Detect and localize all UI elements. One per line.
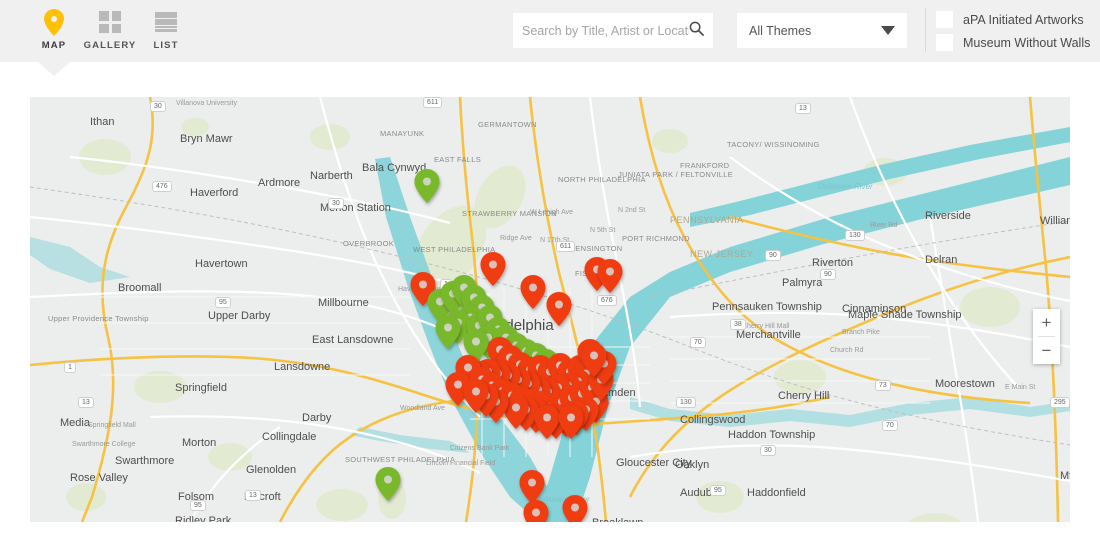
artwork-marker-red[interactable]	[480, 252, 506, 286]
route-shield: 38	[730, 319, 746, 330]
view-tabs: MAP GALLERY LIST	[26, 0, 194, 51]
map-pin-icon	[44, 8, 64, 36]
route-shield: 476	[152, 181, 172, 192]
search-input[interactable]	[522, 23, 689, 38]
route-shield: 30	[328, 198, 344, 209]
tab-gallery[interactable]: GALLERY	[82, 0, 138, 51]
checkbox-label: aPA Initiated Artworks	[963, 12, 1084, 27]
zoom-in-button[interactable]: +	[1033, 309, 1060, 336]
artwork-marker-red[interactable]	[558, 405, 584, 439]
artwork-marker-green[interactable]	[435, 315, 461, 349]
artwork-marker-red[interactable]	[534, 405, 560, 439]
route-shield: 90	[820, 269, 836, 280]
route-shield: 13	[795, 103, 811, 114]
zoom-out-button[interactable]: −	[1033, 337, 1060, 364]
artwork-marker-red[interactable]	[546, 292, 572, 326]
tab-list-label: LIST	[153, 40, 179, 51]
checkbox-apa-initiated-artworks[interactable]: aPA Initiated Artworks	[936, 8, 1090, 31]
theme-select-value: All Themes	[749, 23, 812, 38]
route-shield: 611	[556, 241, 576, 252]
route-shield: 95	[710, 485, 726, 496]
tab-map-label: MAP	[41, 40, 67, 51]
artwork-marker-red[interactable]	[523, 500, 549, 522]
route-shield: 611	[423, 97, 443, 108]
route-shield: 13	[245, 490, 261, 501]
top-header: MAP GALLERY LIST All Themes	[0, 0, 1100, 62]
map-zoom-control[interactable]: + −	[1033, 309, 1060, 364]
artwork-marker-green[interactable]	[414, 169, 440, 203]
search-box[interactable]	[513, 13, 713, 48]
artwork-marker-red[interactable]	[463, 379, 489, 413]
route-shield: 130	[676, 397, 696, 408]
artwork-marker-red[interactable]	[562, 495, 588, 522]
route-shield: 70	[690, 337, 706, 348]
chevron-down-icon[interactable]	[881, 26, 895, 35]
filter-divider	[925, 8, 926, 52]
route-shield: 30	[150, 101, 166, 112]
artwork-marker-green[interactable]	[375, 467, 401, 501]
route-shield: 30	[760, 445, 776, 456]
checkbox-museum-without-walls[interactable]: Museum Without Walls	[936, 31, 1090, 54]
route-shield: 73	[875, 380, 891, 391]
grid-icon	[99, 8, 121, 36]
active-tab-notch	[38, 62, 70, 76]
search-icon[interactable]	[689, 21, 704, 41]
checkbox-label: Museum Without Walls	[963, 35, 1091, 50]
artwork-marker-red[interactable]	[519, 470, 545, 504]
route-shield: 130	[845, 230, 865, 241]
list-icon	[155, 8, 177, 36]
tab-map[interactable]: MAP	[26, 0, 82, 51]
route-shield: 95	[215, 297, 231, 308]
route-shield: 70	[882, 420, 898, 431]
tab-list[interactable]: LIST	[138, 0, 194, 51]
artwork-marker-red[interactable]	[581, 343, 607, 377]
artwork-marker-red[interactable]	[520, 275, 546, 309]
route-shield: 1	[64, 362, 76, 373]
route-shield: 90	[765, 250, 781, 261]
tab-gallery-label: GALLERY	[83, 40, 137, 51]
checkbox-box[interactable]	[936, 11, 953, 28]
route-shield: 13	[78, 397, 94, 408]
artwork-marker-red[interactable]	[597, 259, 623, 293]
theme-select[interactable]: All Themes	[737, 13, 907, 48]
map-view[interactable]: Ithan Bryn Mawr Villanova University Ardmor…	[30, 97, 1070, 522]
route-shield: 95	[190, 500, 206, 511]
route-shield: 295	[1050, 397, 1070, 408]
filter-checkboxes: aPA Initiated Artworks Museum Without Wa…	[936, 8, 1090, 54]
route-shield: 676	[597, 295, 617, 306]
checkbox-box[interactable]	[936, 34, 953, 51]
